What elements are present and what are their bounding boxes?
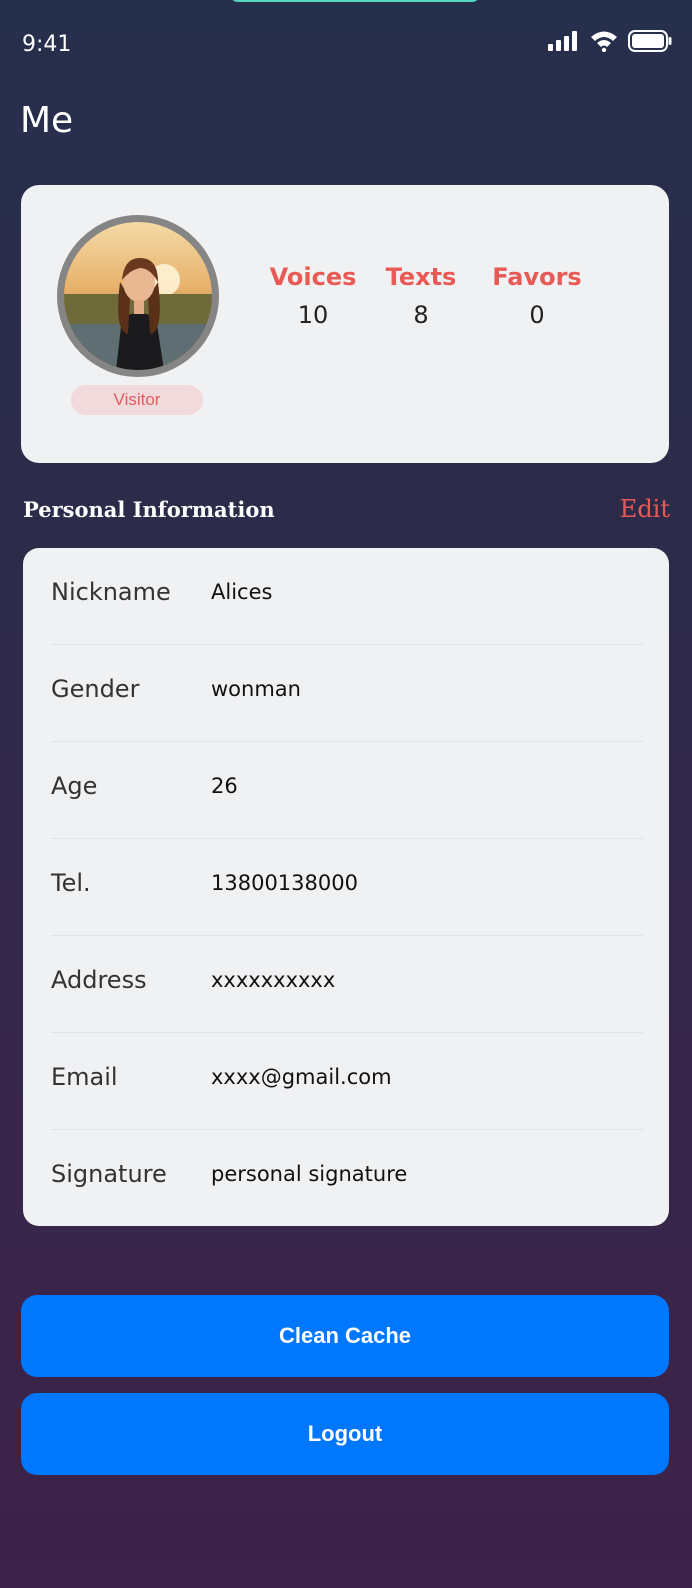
stat-value: 10 bbox=[297, 301, 329, 329]
info-label: Signature bbox=[51, 1160, 167, 1188]
stat-texts[interactable]: Texts 8 bbox=[361, 263, 481, 329]
info-row-age[interactable]: Age 26 bbox=[51, 742, 643, 839]
stat-favors[interactable]: Favors 0 bbox=[477, 263, 597, 329]
stat-label: Favors bbox=[492, 263, 582, 291]
stat-label: Voices bbox=[269, 263, 357, 291]
info-label: Tel. bbox=[51, 869, 91, 897]
info-value: wonman bbox=[211, 677, 301, 701]
status-bar: 9:41 bbox=[0, 0, 692, 60]
edit-button[interactable]: Edit bbox=[620, 495, 670, 523]
info-label: Address bbox=[51, 966, 147, 994]
personal-info-card: Nickname Alices Gender wonman Age 26 Tel… bbox=[23, 548, 669, 1226]
clean-cache-button[interactable]: Clean Cache bbox=[21, 1295, 669, 1377]
info-value: xxxxxxxxxx bbox=[211, 968, 336, 992]
signal-icon bbox=[548, 31, 577, 51]
info-value: xxxx@gmail.com bbox=[211, 1065, 392, 1089]
info-row-nickname[interactable]: Nickname Alices bbox=[51, 548, 643, 645]
status-icons bbox=[548, 30, 672, 52]
info-row-tel[interactable]: Tel. 13800138000 bbox=[51, 839, 643, 936]
stat-label: Texts bbox=[385, 263, 457, 291]
avatar[interactable] bbox=[57, 215, 219, 377]
logout-button[interactable]: Logout bbox=[21, 1393, 669, 1475]
info-row-email[interactable]: Email xxxx@gmail.com bbox=[51, 1033, 643, 1130]
section-title-personal-information: Personal Information bbox=[23, 497, 275, 522]
info-label: Gender bbox=[51, 675, 140, 703]
avatar-photo bbox=[64, 222, 212, 370]
wifi-icon bbox=[591, 31, 617, 52]
info-row-address[interactable]: Address xxxxxxxxxx bbox=[51, 936, 643, 1033]
stat-voices[interactable]: Voices 10 bbox=[253, 263, 373, 329]
info-label: Age bbox=[51, 772, 98, 800]
info-row-gender[interactable]: Gender wonman bbox=[51, 645, 643, 742]
visitor-badge: Visitor bbox=[71, 385, 203, 415]
info-value: 13800138000 bbox=[211, 871, 358, 895]
stat-value: 0 bbox=[529, 301, 545, 329]
info-row-signature[interactable]: Signature personal signature bbox=[51, 1130, 643, 1227]
profile-card: Visitor Voices 10 Texts 8 Favors 0 bbox=[21, 185, 669, 463]
info-value: personal signature bbox=[211, 1162, 408, 1186]
info-label: Email bbox=[51, 1063, 118, 1091]
page-title: Me bbox=[20, 100, 74, 142]
stat-value: 8 bbox=[413, 301, 429, 329]
info-label: Nickname bbox=[51, 578, 171, 606]
status-time: 9:41 bbox=[22, 32, 72, 57]
battery-icon bbox=[628, 30, 672, 52]
info-value: 26 bbox=[211, 774, 238, 798]
info-value: Alices bbox=[211, 580, 273, 604]
